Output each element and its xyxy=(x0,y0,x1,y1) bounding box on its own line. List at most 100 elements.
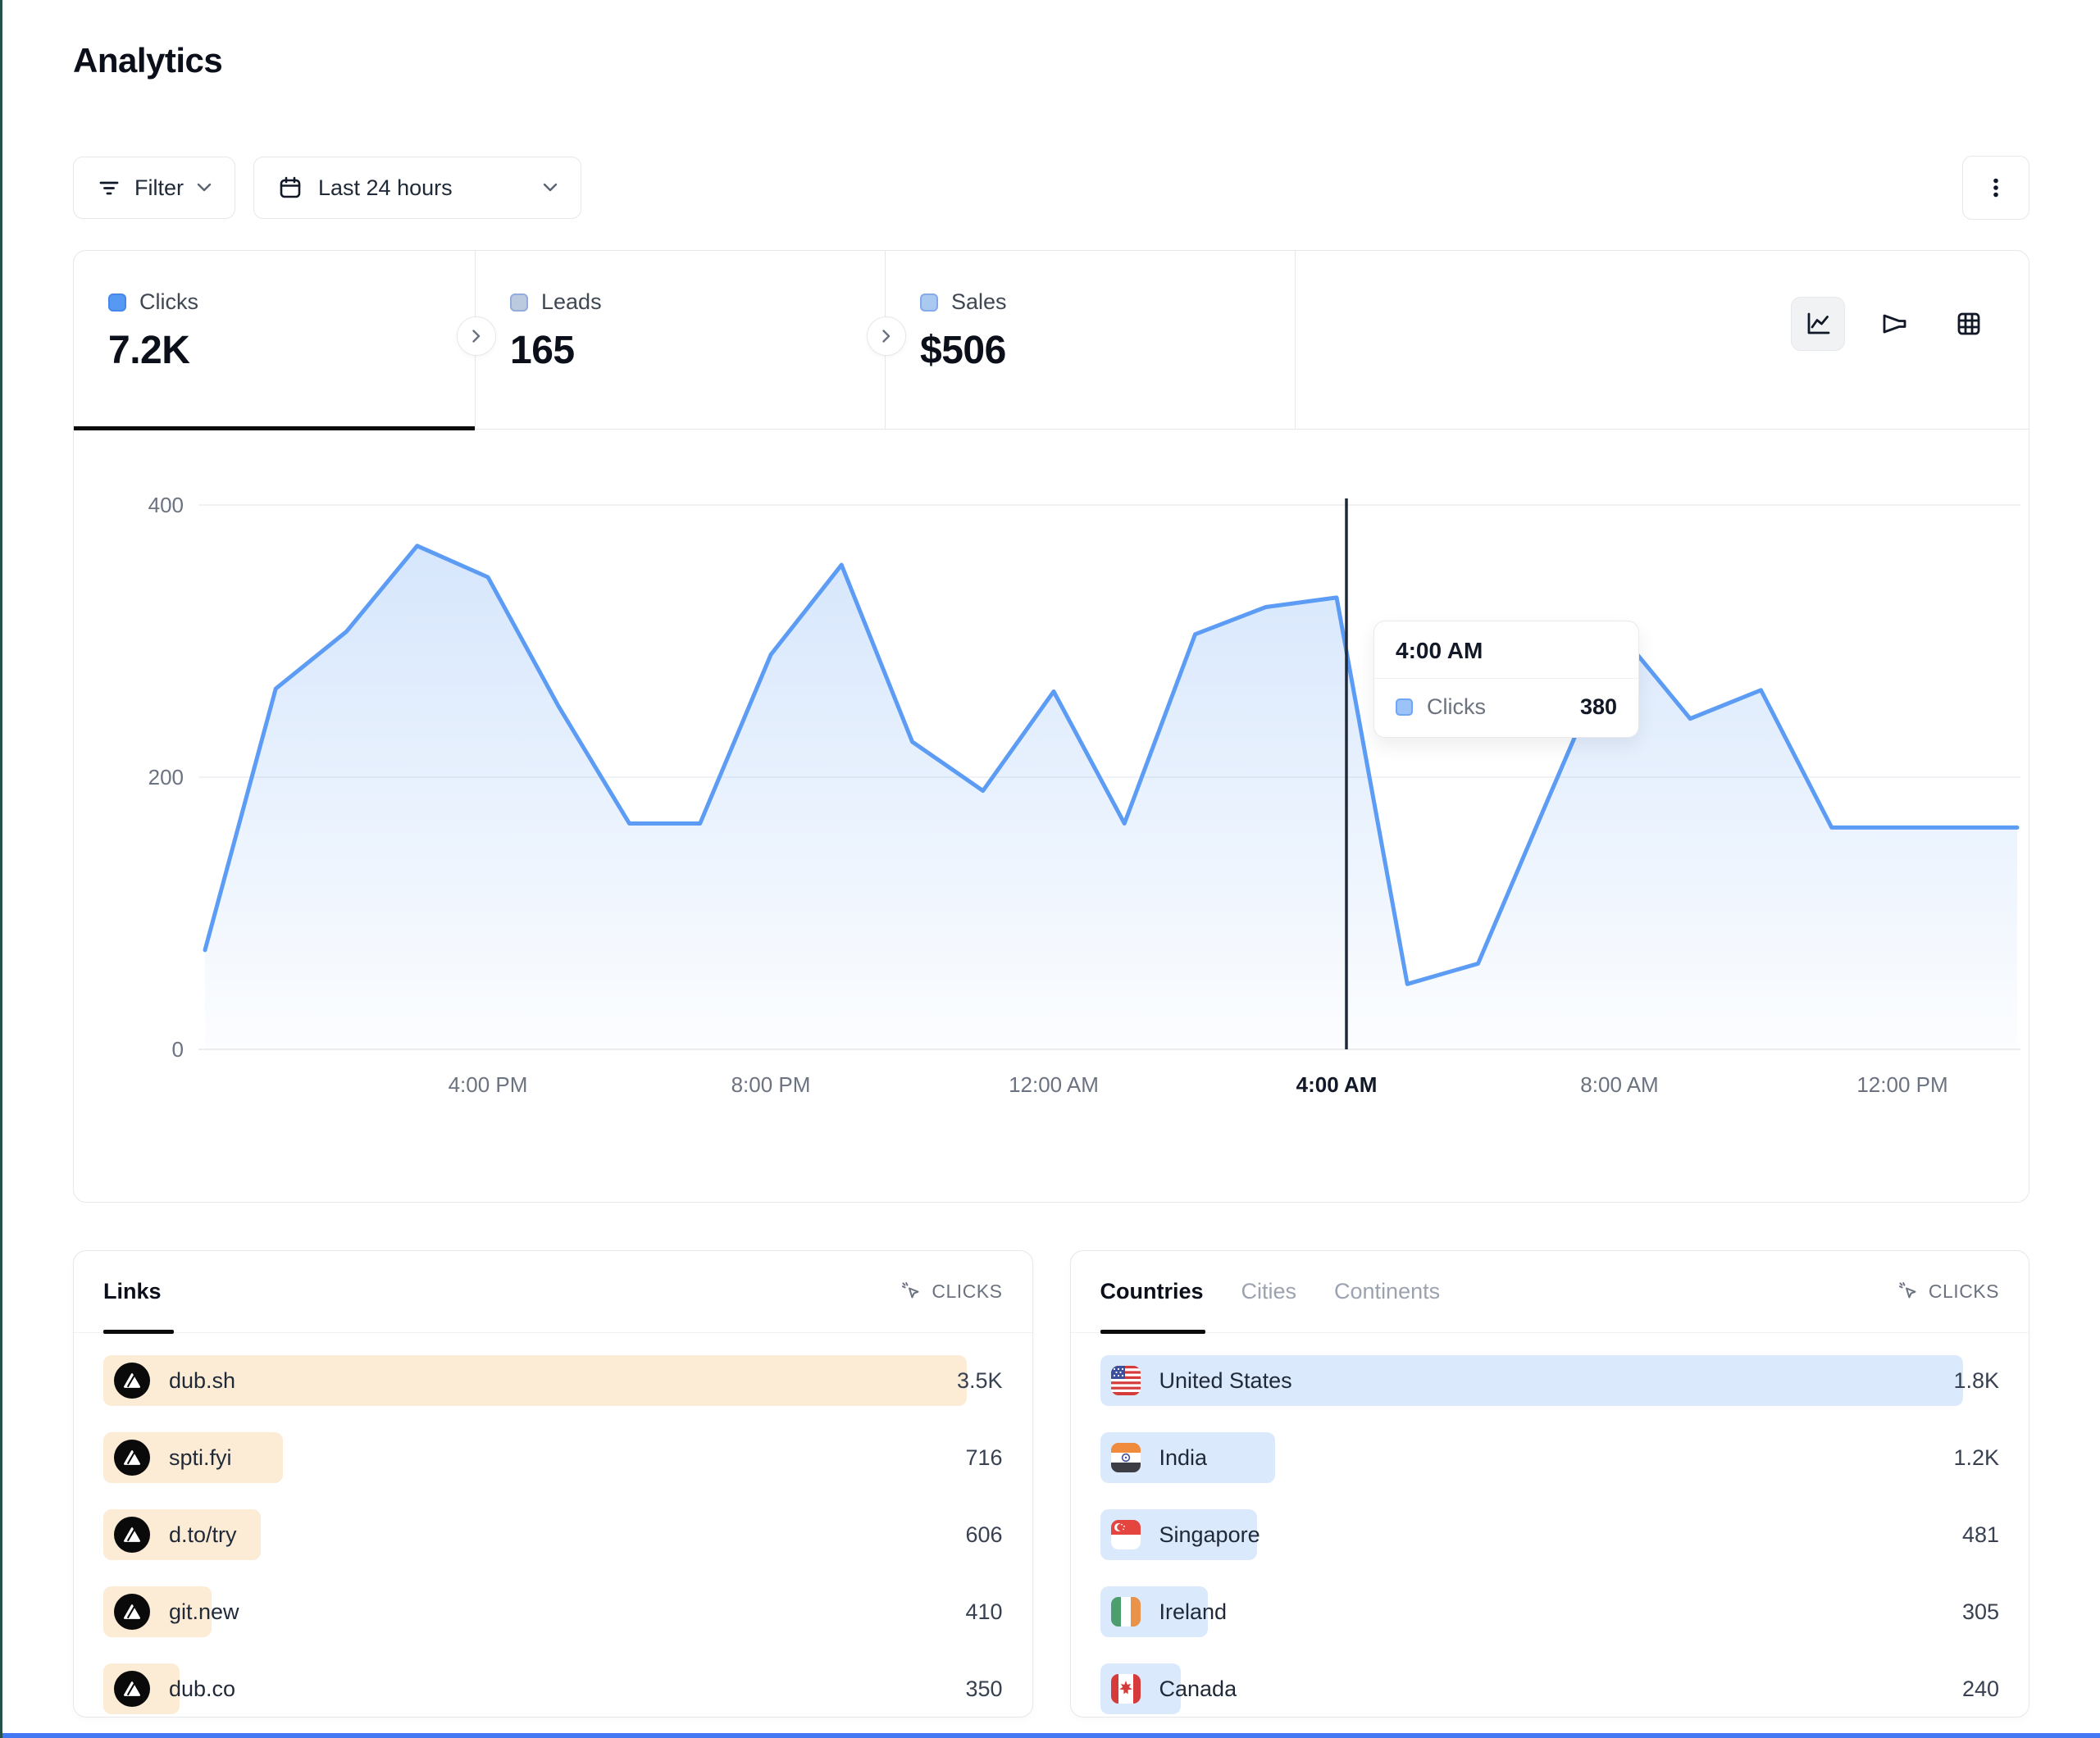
tab-continents[interactable]: Continents xyxy=(1334,1279,1440,1304)
d.to/try-row[interactable]: d.to/try606 xyxy=(103,1509,1003,1560)
filter-button-label: Filter xyxy=(134,175,184,201)
column-header-label: CLICKS xyxy=(932,1281,1002,1303)
clicks-metric-value: 7.2K xyxy=(108,328,475,373)
tab-clicks[interactable]: Clicks 7.2K xyxy=(74,251,476,429)
flag-us-icon xyxy=(1111,1366,1141,1395)
row-label: India xyxy=(1159,1445,1208,1471)
leads-metric-value: 165 xyxy=(510,328,885,373)
row-label: Ireland xyxy=(1159,1599,1228,1625)
tooltip-value: 380 xyxy=(1580,694,1617,720)
sales-metric-value: $506 xyxy=(920,328,1295,373)
svg-text:12:00 AM: 12:00 AM xyxy=(1009,1072,1099,1097)
svg-text:8:00 PM: 8:00 PM xyxy=(731,1072,811,1097)
chevron-down-icon xyxy=(197,183,212,193)
svg-text:4:00 PM: 4:00 PM xyxy=(449,1072,528,1097)
ireland-row[interactable]: Ireland 305 xyxy=(1100,1586,2000,1637)
countries-sort-by-clicks[interactable]: CLICKS xyxy=(1897,1281,1999,1303)
dub-logo-icon xyxy=(114,1671,150,1707)
svg-text:8:00 AM: 8:00 AM xyxy=(1580,1072,1658,1097)
row-value: 3.5K xyxy=(957,1368,1003,1394)
dub.co-row[interactable]: dub.co350 xyxy=(103,1663,1003,1714)
column-header-label: CLICKS xyxy=(1929,1281,1999,1303)
expand-clicks-button[interactable] xyxy=(457,316,496,356)
clicks-chart-svg: 0 200 400 4:00 PM 8:00 PM 12:00 AM 4:00 AM 8:00… xyxy=(74,430,2029,1202)
svg-text:400: 400 xyxy=(148,493,184,517)
date-range-button[interactable]: Last 24 hours xyxy=(253,157,581,219)
united-states-row[interactable]: United States 1.8K xyxy=(1100,1355,2000,1406)
filter-button[interactable]: Filter xyxy=(73,157,235,219)
links-rows: dub.sh 3.5K spti.fyi 716 d.to/try606 git.new 4… xyxy=(74,1333,1032,1714)
row-value: 410 xyxy=(965,1599,1002,1625)
line-chart-view-button[interactable] xyxy=(1791,297,1845,351)
funnel-icon xyxy=(1879,309,1908,339)
active-tab-indicator xyxy=(1100,1330,1205,1334)
tooltip-series-label: Clicks xyxy=(1427,694,1486,720)
chart-tooltip: 4:00 AM Clicks 380 xyxy=(1373,621,1639,738)
more-options-button[interactable] xyxy=(1962,156,2029,220)
row-value: 481 xyxy=(1962,1522,1999,1548)
leads-swatch-icon xyxy=(510,293,528,312)
links-panel: Links CLICKS dub.sh 3.5K spti.fyi 716 d.to/t… xyxy=(73,1250,1033,1718)
tab-cities[interactable]: Cities xyxy=(1241,1279,1297,1304)
table-view-button[interactable] xyxy=(1942,297,1996,351)
row-label: d.to/try xyxy=(169,1522,237,1548)
dub-logo-icon xyxy=(114,1363,150,1399)
sales-swatch-icon xyxy=(920,293,938,312)
dub-logo-icon xyxy=(114,1594,150,1630)
flag-in-icon xyxy=(1111,1443,1141,1472)
countries-panel: Countries Cities Continents CLICKS xyxy=(1070,1250,2030,1718)
toolbar: Filter Last 24 hours xyxy=(73,156,2029,220)
line-chart-icon xyxy=(1803,309,1833,339)
flag-ie-icon xyxy=(1111,1597,1141,1627)
dub-logo-icon xyxy=(114,1517,150,1553)
row-label: spti.fyi xyxy=(169,1445,232,1471)
row-value: 1.8K xyxy=(1953,1368,1999,1394)
clicks-swatch-icon xyxy=(108,293,126,312)
breakdown-panels: Links CLICKS dub.sh 3.5K spti.fyi 716 d.to/t… xyxy=(73,1250,2029,1718)
links-sort-by-clicks[interactable]: CLICKS xyxy=(900,1281,1002,1303)
tab-leads[interactable]: Leads 165 xyxy=(476,251,886,429)
tab-links[interactable]: Links xyxy=(103,1279,162,1304)
chevron-right-icon xyxy=(881,329,891,344)
singapore-row[interactable]: Singapore 481 xyxy=(1100,1509,2000,1560)
analytics-dashboard: Analytics Filter Last 24 xyxy=(0,0,2100,1738)
flag-ca-icon xyxy=(1111,1674,1141,1704)
row-label: United States xyxy=(1159,1368,1292,1394)
clicks-swatch-icon xyxy=(1396,698,1413,716)
row-label: Singapore xyxy=(1159,1522,1260,1548)
row-label: dub.sh xyxy=(169,1368,235,1394)
row-value: 716 xyxy=(965,1445,1002,1471)
tooltip-time: 4:00 AM xyxy=(1374,621,1638,679)
row-label: dub.co xyxy=(169,1677,235,1702)
metric-label: Leads xyxy=(541,289,602,315)
svg-text:0: 0 xyxy=(172,1037,184,1062)
tab-sales[interactable]: Sales $506 xyxy=(886,251,1296,429)
active-tab-indicator xyxy=(103,1330,174,1334)
expand-leads-button[interactable] xyxy=(867,316,906,356)
cursor-click-icon xyxy=(1897,1281,1920,1303)
git.new-row[interactable]: git.new 410 xyxy=(103,1586,1003,1637)
row-value: 1.2K xyxy=(1953,1445,1999,1471)
calendar-icon xyxy=(277,175,303,201)
svg-text:200: 200 xyxy=(148,765,184,789)
row-value: 240 xyxy=(1962,1677,1999,1702)
svg-text:12:00 PM: 12:00 PM xyxy=(1856,1072,1947,1097)
dub-logo-icon xyxy=(114,1440,150,1476)
clicks-time-series-chart[interactable]: 0 200 400 4:00 PM 8:00 PM 12:00 AM 4:00 AM 8:00… xyxy=(74,430,2029,1202)
india-row[interactable]: India 1.2K xyxy=(1100,1432,2000,1483)
grid-icon xyxy=(1954,309,1984,339)
metric-label: Clicks xyxy=(139,289,198,315)
tab-countries[interactable]: Countries xyxy=(1100,1279,1204,1304)
funnel-view-button[interactable] xyxy=(1866,297,1920,351)
analytics-chart-card: Clicks 7.2K Leads 165 Sales xyxy=(73,250,2029,1203)
canada-row[interactable]: Canada240 xyxy=(1100,1663,2000,1714)
countries-rows: United States 1.8K India 1.2K Singapore 481 Ir… xyxy=(1071,1333,2029,1714)
metric-label: Sales xyxy=(951,289,1007,315)
kebab-menu-icon xyxy=(1982,174,2010,202)
row-label: git.new xyxy=(169,1599,239,1625)
row-value: 305 xyxy=(1962,1599,1999,1625)
spti.fyi-row[interactable]: spti.fyi 716 xyxy=(103,1432,1003,1483)
cursor-click-icon xyxy=(900,1281,922,1303)
dub.sh-row[interactable]: dub.sh 3.5K xyxy=(103,1355,1003,1406)
chevron-right-icon xyxy=(471,329,481,344)
